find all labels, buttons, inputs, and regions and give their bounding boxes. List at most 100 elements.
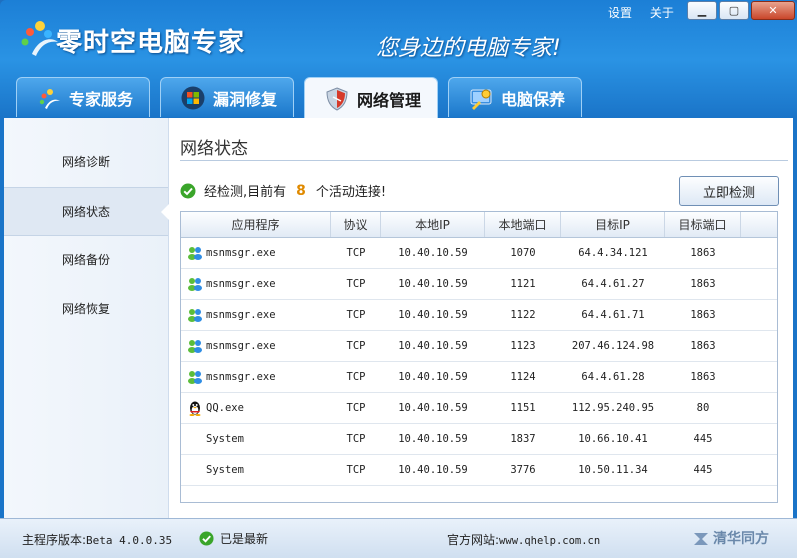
- table-body: msnmsgr.exe TCP 10.40.10.59 1070 64.4.34.121…: [181, 238, 777, 486]
- column-header-local-ip[interactable]: 本地IP: [381, 212, 485, 237]
- cell-protocol: TCP: [346, 464, 366, 476]
- cell-remote-ip: 64.4.34.121: [578, 247, 648, 259]
- table-row[interactable]: msnmsgr.exe TCP 10.40.10.59 1124 64.4.61.28 1…: [181, 362, 777, 393]
- minimize-icon: ▁: [697, 4, 707, 17]
- shield-icon: [326, 86, 348, 111]
- status-bar: 主程序版本:Beta 4.0.0.35 已是最新 官方网站:www.qhelp.…: [0, 518, 797, 558]
- sidebar-item-network-status[interactable]: 网络状态: [4, 187, 169, 236]
- table-row[interactable]: msnmsgr.exe TCP 10.40.10.59 1121 64.4.61.27 1…: [181, 269, 777, 300]
- cell-local-ip: 10.40.10.59: [398, 340, 468, 352]
- maintenance-icon: [470, 89, 492, 110]
- cell-remote-port: 445: [693, 464, 713, 476]
- cell-protocol: TCP: [346, 371, 366, 383]
- cell-remote-ip: 64.4.61.27: [581, 278, 645, 290]
- cell-local-ip: 10.40.10.59: [398, 464, 468, 476]
- about-link[interactable]: 关于: [650, 6, 674, 20]
- app-name: msnmsgr.exe: [206, 278, 276, 290]
- version-label: 主程序版本:: [22, 533, 87, 547]
- qq-penguin-icon: [189, 401, 201, 416]
- sidebar-item-network-backup[interactable]: 网络备份: [4, 236, 168, 285]
- check-icon: [199, 531, 214, 546]
- cell-remote-ip: 207.46.124.98: [571, 340, 655, 352]
- column-header-local-port[interactable]: 本地端口: [485, 212, 561, 237]
- brand-name: 清华同方: [713, 531, 769, 547]
- cell-local-ip: 10.40.10.59: [398, 278, 468, 290]
- tab-expert-service[interactable]: 专家服务: [16, 77, 150, 117]
- cell-local-port: 1124: [510, 371, 536, 383]
- cell-remote-port: 1863: [690, 340, 716, 352]
- app-name: System: [206, 464, 244, 476]
- site-link[interactable]: www.qhelp.com.cn: [499, 535, 600, 547]
- table-row[interactable]: System TCP 10.40.10.59 1837 10.66.10.41 445: [181, 424, 777, 455]
- cell-local-ip: 10.40.10.59: [398, 371, 468, 383]
- table-row[interactable]: System TCP 10.40.10.59 3776 10.50.11.34 445: [181, 455, 777, 486]
- cell-protocol: TCP: [346, 340, 366, 352]
- cell-local-ip: 10.40.10.59: [398, 247, 468, 259]
- column-header-remote-port[interactable]: 目标端口: [665, 212, 741, 237]
- app-title: 零时空电脑专家: [56, 28, 246, 58]
- cell-local-port: 1122: [510, 309, 536, 321]
- column-header-application[interactable]: 应用程序: [181, 212, 331, 237]
- msn-icon: [188, 371, 202, 384]
- tab-vulnerability-fix[interactable]: 漏洞修复: [160, 77, 294, 117]
- cell-remote-port: 80: [696, 402, 710, 414]
- cell-protocol: TCP: [346, 309, 366, 321]
- cell-application: msnmsgr.exe: [181, 369, 331, 385]
- cell-remote-ip: 64.4.61.28: [581, 371, 645, 383]
- tab-pc-maintenance[interactable]: 电脑保养: [448, 77, 582, 117]
- cell-local-port: 1151: [510, 402, 536, 414]
- site-label: 官方网站:: [447, 533, 500, 547]
- cell-protocol: TCP: [346, 278, 366, 290]
- cell-local-ip: 10.40.10.59: [398, 309, 468, 321]
- close-icon: ✕: [768, 4, 778, 17]
- check-icon: [180, 183, 196, 198]
- app-name: msnmsgr.exe: [206, 247, 276, 259]
- sidebar-item-network-restore[interactable]: 网络恢复: [4, 285, 168, 334]
- cell-protocol: TCP: [346, 402, 366, 414]
- main-content: 网络状态 经检测,目前有 8 个活动连接! 立即检测 应用程序 协议 本地IP …: [180, 118, 788, 518]
- cell-local-port: 1070: [510, 247, 536, 259]
- minimize-button[interactable]: ▁: [687, 1, 717, 20]
- cell-remote-ip: 112.95.240.95: [571, 402, 655, 414]
- cell-application: System: [181, 433, 331, 445]
- settings-link[interactable]: 设置: [608, 6, 632, 20]
- slogan: 您身边的电脑专家!: [376, 36, 561, 61]
- update-status-text: 已是最新: [220, 532, 269, 546]
- cell-local-ip: 10.40.10.59: [398, 402, 468, 414]
- cell-remote-port: 1863: [690, 278, 716, 290]
- section-title: 网络状态: [180, 139, 248, 159]
- app-name: msnmsgr.exe: [206, 340, 276, 352]
- app-name: msnmsgr.exe: [206, 371, 276, 383]
- tab-label: 电脑保养: [501, 89, 566, 109]
- app-name: msnmsgr.exe: [206, 309, 276, 321]
- sidebar-item-network-diagnosis[interactable]: 网络诊断: [4, 138, 168, 187]
- close-button[interactable]: ✕: [751, 1, 795, 20]
- sidebar: 网络诊断 网络状态 网络备份 网络恢复: [4, 118, 169, 518]
- expert-service-icon: [39, 88, 60, 109]
- cell-remote-port: 1863: [690, 371, 716, 383]
- tab-network-management[interactable]: 网络管理: [304, 77, 438, 119]
- title-divider: [180, 160, 788, 161]
- version-info: 主程序版本:Beta 4.0.0.35: [22, 531, 172, 548]
- detect-now-button[interactable]: 立即检测: [679, 176, 779, 206]
- maximize-button[interactable]: ▢: [719, 1, 749, 20]
- official-site: 官方网站:www.qhelp.com.cn: [447, 531, 600, 548]
- tab-label: 漏洞修复: [213, 89, 278, 109]
- column-header-remote-ip[interactable]: 目标IP: [561, 212, 665, 237]
- cell-remote-port: 1863: [690, 247, 716, 259]
- app-name: QQ.exe: [206, 402, 244, 414]
- column-header-protocol[interactable]: 协议: [331, 212, 381, 237]
- brand-logo: 清华同方: [692, 528, 769, 548]
- cell-application: msnmsgr.exe: [181, 245, 331, 261]
- brand-logo-icon: [694, 533, 708, 545]
- app-window: 零时空电脑专家 您身边的电脑专家! 设置 关于 ▁ ▢ ✕ 专家服务 漏洞修复: [0, 0, 797, 558]
- table-row[interactable]: msnmsgr.exe TCP 10.40.10.59 1070 64.4.34.121…: [181, 238, 777, 269]
- cell-local-ip: 10.40.10.59: [398, 433, 468, 445]
- connections-table: 应用程序 协议 本地IP 本地端口 目标IP 目标端口 msnmsgr.exe T…: [180, 211, 778, 503]
- table-row[interactable]: QQ.exe TCP 10.40.10.59 1151 112.95.240.95 80: [181, 393, 777, 424]
- table-row[interactable]: msnmsgr.exe TCP 10.40.10.59 1123 207.46.124.…: [181, 331, 777, 362]
- table-row[interactable]: msnmsgr.exe TCP 10.40.10.59 1122 64.4.61.71 1…: [181, 300, 777, 331]
- msn-icon: [188, 309, 202, 322]
- cell-local-port: 1123: [510, 340, 536, 352]
